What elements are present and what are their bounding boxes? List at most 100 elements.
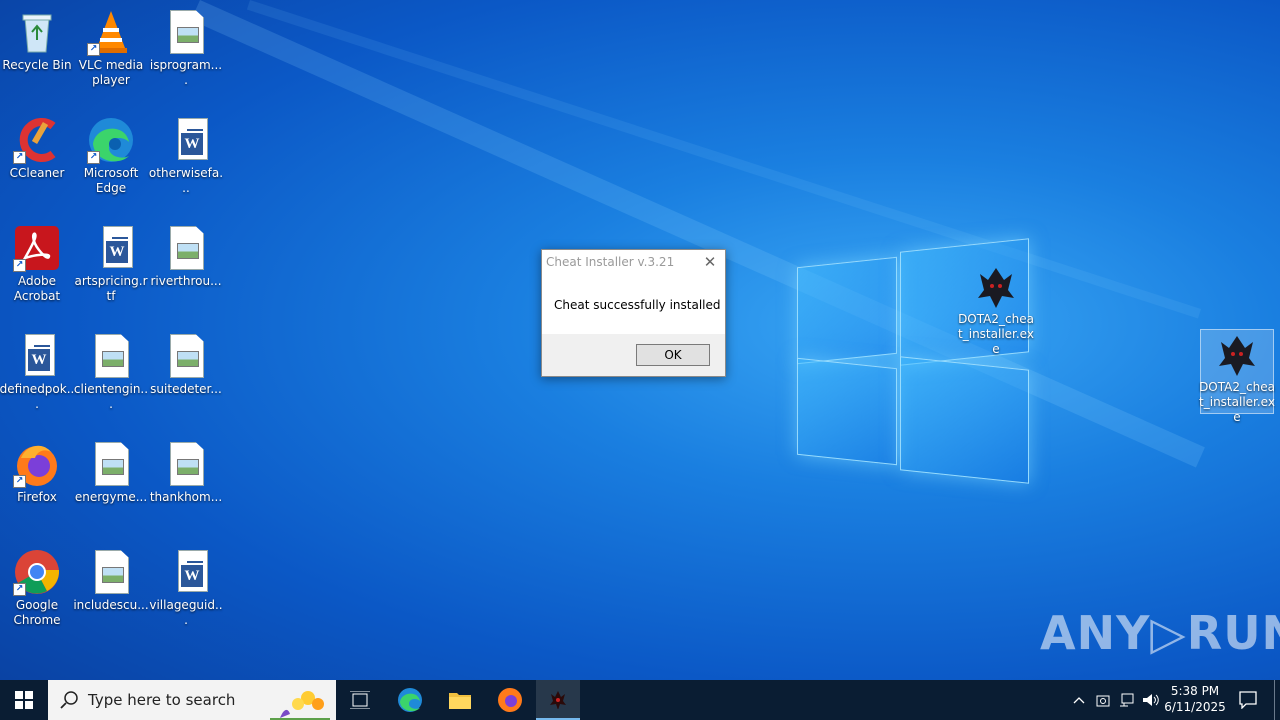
desktop-icon-label: suitedeter... bbox=[150, 382, 222, 396]
taskbar-cheat-installer-button[interactable] bbox=[536, 680, 580, 720]
desktop-icon-clientengin[interactable]: clientengin... bbox=[73, 332, 149, 412]
start-button[interactable] bbox=[0, 680, 48, 720]
tray-volume-button[interactable] bbox=[1140, 680, 1162, 720]
search-placeholder: Type here to search bbox=[88, 691, 236, 709]
chevron-up-icon bbox=[1073, 697, 1085, 704]
ok-button[interactable]: OK bbox=[636, 344, 710, 366]
desktop-icon-label: VLC media player bbox=[78, 58, 144, 87]
word-doc-icon: W bbox=[162, 116, 210, 164]
desktop-icon-label: Recycle Bin bbox=[2, 58, 72, 72]
desktop-icon-label: villageguid... bbox=[149, 598, 223, 627]
desktop-icon-suitedeter[interactable]: suitedeter... bbox=[150, 332, 222, 397]
dialog-message: Cheat successfully installed bbox=[554, 298, 721, 312]
acrobat-icon: ↗ bbox=[13, 224, 61, 272]
ccleaner-icon: ↗ bbox=[13, 116, 61, 164]
desktop-icon-recycle-bin[interactable]: Recycle Bin bbox=[1, 8, 73, 73]
desktop-icon-label: otherwisefa... bbox=[148, 166, 224, 195]
task-view-icon bbox=[350, 691, 370, 709]
desktop-icon-otherwisefa[interactable]: W otherwisefa... bbox=[148, 116, 224, 196]
action-center-button[interactable] bbox=[1234, 680, 1262, 720]
taskbar-edge-button[interactable] bbox=[386, 680, 434, 720]
task-view-button[interactable] bbox=[336, 680, 384, 720]
desktop-icon-label: clientengin... bbox=[73, 382, 149, 411]
word-doc-icon: W bbox=[162, 548, 210, 596]
dota-exe-icon bbox=[972, 262, 1020, 310]
camera-icon bbox=[1096, 695, 1110, 707]
image-file-icon bbox=[87, 548, 135, 596]
windows-logo-pane bbox=[797, 357, 897, 466]
folder-icon bbox=[449, 693, 471, 709]
image-file-icon bbox=[162, 332, 210, 380]
desktop-icon-firefox[interactable]: ↗ Firefox bbox=[1, 440, 73, 505]
desktop-icon-label: Microsoft Edge bbox=[83, 166, 139, 195]
edge-icon: ↗ bbox=[87, 116, 135, 164]
desktop-icon-artspricing[interactable]: W artspricing.rtf bbox=[74, 224, 148, 304]
image-file-icon bbox=[87, 440, 135, 488]
edge-icon bbox=[398, 688, 422, 712]
desktop-icon-riverthrou[interactable]: riverthrou... bbox=[150, 224, 222, 289]
windows-start-icon bbox=[15, 691, 33, 709]
desktop-icon-vlc[interactable]: ↗ VLC media player bbox=[75, 8, 147, 88]
light-beam bbox=[191, 0, 1205, 468]
message-dialog: Cheat Installer v.3.21 ✕ Cheat successfu… bbox=[541, 249, 726, 377]
taskbar-file-explorer-button[interactable] bbox=[436, 680, 484, 720]
desktop-icon-adobe-acrobat[interactable]: ↗ Adobe Acrobat bbox=[1, 224, 73, 304]
windows-logo-pane bbox=[900, 356, 1029, 484]
taskbar-search-box[interactable]: Type here to search bbox=[48, 680, 336, 720]
desktop-icon-label: Firefox bbox=[17, 490, 57, 504]
shortcut-arrow-icon: ↗ bbox=[13, 151, 26, 164]
image-file-icon bbox=[162, 440, 210, 488]
dota-exe-icon bbox=[550, 691, 566, 709]
desktop-icon-google-chrome[interactable]: ↗ Google Chrome bbox=[1, 548, 73, 628]
desktop-icon-villageguid[interactable]: W villageguid... bbox=[149, 548, 223, 628]
desktop-icon-label: isprogram.... bbox=[149, 58, 223, 87]
network-icon bbox=[1120, 693, 1134, 707]
desktop-icon-energyme[interactable]: energyme... bbox=[75, 440, 147, 505]
shortcut-arrow-icon: ↗ bbox=[13, 259, 26, 272]
shortcut-arrow-icon: ↗ bbox=[87, 151, 100, 164]
close-icon[interactable]: ✕ bbox=[701, 253, 719, 271]
notification-icon bbox=[1239, 691, 1257, 709]
desktop-icon-label: riverthrou... bbox=[150, 274, 222, 288]
desktop-icon-label: artspricing.rtf bbox=[74, 274, 148, 303]
desktop-icon-label: energyme... bbox=[74, 490, 148, 504]
windows-logo-pane bbox=[797, 256, 897, 365]
desktop-icon-label: DOTA2_cheat_installer.exe bbox=[1199, 380, 1275, 424]
speaker-icon bbox=[1143, 694, 1159, 706]
shortcut-arrow-icon: ↗ bbox=[13, 583, 26, 596]
desktop-icon-isprogram[interactable]: isprogram.... bbox=[150, 8, 222, 88]
taskbar: Type here to search 5:38 PM 6/11/2025 bbox=[0, 680, 1280, 720]
desktop-icon-dota2-cheat-installer[interactable]: DOTA2_cheat_installer.exe bbox=[958, 262, 1034, 357]
clock-date: 6/11/2025 bbox=[1164, 700, 1226, 714]
show-hidden-icons-button[interactable] bbox=[1068, 680, 1090, 720]
anyrun-watermark: ANY▷RUN bbox=[1040, 606, 1280, 660]
desktop-icon-includescu[interactable]: includescu... bbox=[73, 548, 149, 613]
desktop-icon-ccleaner[interactable]: ↗ CCleaner bbox=[1, 116, 73, 181]
firefox-icon: ↗ bbox=[13, 440, 61, 488]
shortcut-arrow-icon: ↗ bbox=[87, 43, 100, 56]
dota-exe-icon bbox=[1213, 330, 1261, 378]
desktop-icon-label: includescu... bbox=[73, 598, 149, 612]
desktop-icon-label: definedpok... bbox=[0, 382, 75, 411]
desktop-icon-thankhom[interactable]: thankhom... bbox=[150, 440, 222, 505]
image-file-icon bbox=[87, 332, 135, 380]
dialog-footer: OK bbox=[542, 334, 725, 376]
taskbar-firefox-button[interactable] bbox=[486, 680, 534, 720]
chrome-icon: ↗ bbox=[13, 548, 61, 596]
vlc-icon: ↗ bbox=[87, 8, 135, 56]
desktop-icon-label: thankhom... bbox=[149, 490, 223, 504]
tray-network-button[interactable] bbox=[1116, 680, 1138, 720]
desktop-icon-dota2-cheat-installer-selected[interactable]: DOTA2_cheat_installer.exe bbox=[1199, 329, 1275, 424]
search-icon bbox=[60, 691, 78, 709]
word-doc-icon: W bbox=[13, 332, 61, 380]
desktop-icon-label: Google Chrome bbox=[13, 598, 61, 627]
desktop-icon-label: DOTA2_cheat_installer.exe bbox=[958, 312, 1034, 356]
desktop-icon-microsoft-edge[interactable]: ↗ Microsoft Edge bbox=[75, 116, 147, 196]
search-highlight-flowers-icon bbox=[270, 691, 330, 720]
desktop-icon-definedpok[interactable]: W definedpok... bbox=[0, 332, 75, 412]
show-desktop-button[interactable] bbox=[1274, 680, 1280, 720]
taskbar-clock[interactable]: 5:38 PM 6/11/2025 bbox=[1160, 683, 1230, 715]
dialog-title: Cheat Installer v.3.21 bbox=[546, 255, 675, 269]
desktop-icon-label: CCleaner bbox=[9, 166, 65, 180]
tray-meet-now-button[interactable] bbox=[1092, 680, 1114, 720]
